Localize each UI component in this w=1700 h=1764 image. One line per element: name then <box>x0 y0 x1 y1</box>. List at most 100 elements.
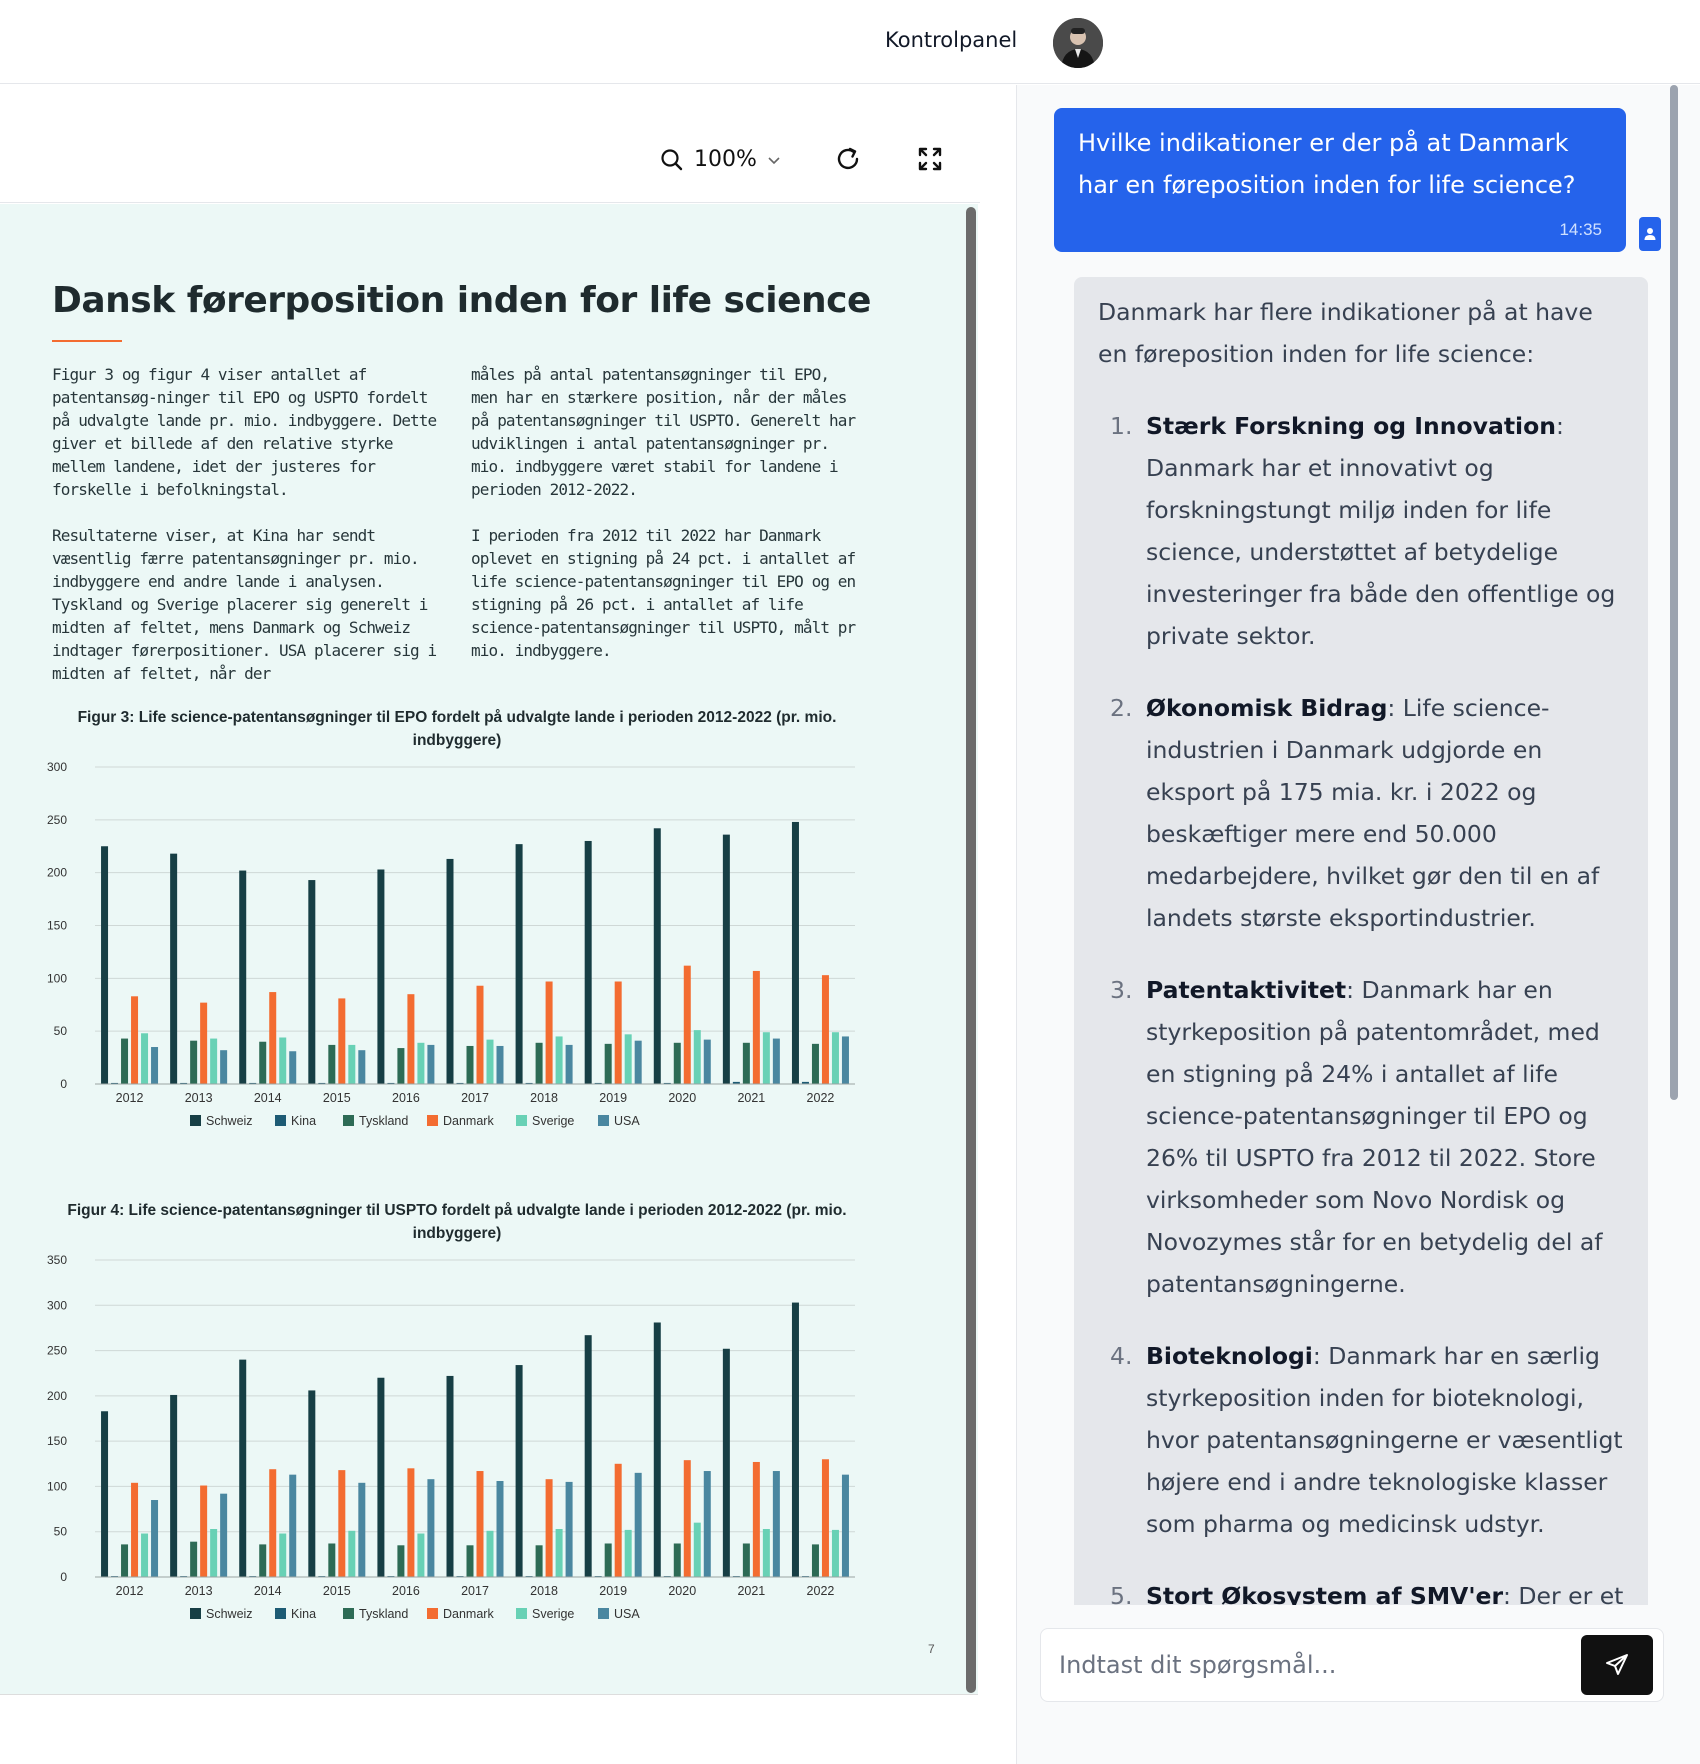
chat-input-bar <box>1040 1628 1664 1702</box>
bar-tyskland <box>328 1543 336 1577</box>
bar-usa <box>289 1474 297 1577</box>
send-icon <box>1606 1654 1628 1675</box>
bar-sverige <box>141 1533 149 1577</box>
bar-usa <box>634 1472 642 1577</box>
document-viewer: 100% Dansk førerposition inden for life … <box>0 85 1015 1764</box>
list-item: 3. Patentaktivitet: Danmark har en styrke… <box>1098 969 1624 1305</box>
bar-usa <box>772 1038 780 1084</box>
title-underline <box>52 340 122 342</box>
bar-usa <box>841 1036 849 1084</box>
bar-sverige <box>762 1528 770 1577</box>
bar-tyskland <box>742 1042 750 1084</box>
paragraph: Figur 3 og figur 4 viser antallet af pat… <box>52 365 437 499</box>
bar-usa <box>289 1051 297 1084</box>
bar-sverige <box>555 1528 563 1577</box>
bar-danmark <box>131 1482 139 1577</box>
legend-swatch <box>343 1115 354 1126</box>
bar-tyskland <box>328 1044 336 1084</box>
bar-usa <box>151 1500 159 1577</box>
bar-sverige <box>141 1033 149 1084</box>
y-tick-label: 250 <box>47 1344 67 1358</box>
bar-danmark <box>407 1468 415 1577</box>
legend-label: Schweiz <box>206 1114 253 1128</box>
bar-schweiz <box>308 880 316 1084</box>
x-tick-label: 2014 <box>254 1584 282 1598</box>
x-tick-label: 2018 <box>530 1584 558 1598</box>
x-tick-label: 2020 <box>668 1091 696 1105</box>
bar-schweiz <box>170 853 178 1084</box>
bar-danmark <box>131 996 139 1084</box>
bar-usa <box>772 1471 780 1577</box>
bar-usa <box>220 1493 228 1577</box>
paragraph: Resultaterne viser, at Kina har sendt væ… <box>52 526 437 683</box>
legend-label: Sverige <box>532 1114 574 1128</box>
list-item: 5.Stort Økosystem af SMV'er: Der er et s… <box>1098 1575 1624 1605</box>
bar-danmark <box>752 970 760 1084</box>
bar-sverige <box>348 1044 356 1084</box>
legend-swatch <box>190 1115 201 1126</box>
bar-sverige <box>279 1037 287 1084</box>
bar-danmark <box>683 1460 691 1577</box>
bar-sverige <box>693 1522 701 1577</box>
bar-usa <box>841 1474 849 1577</box>
x-tick-label: 2022 <box>807 1091 835 1105</box>
bar-schweiz <box>101 846 109 1084</box>
item-title: Stort Økosystem af SMV'er <box>1146 1582 1504 1605</box>
x-tick-label: 2015 <box>323 1584 351 1598</box>
y-tick-label: 200 <box>47 866 67 880</box>
refresh-button[interactable] <box>834 145 864 175</box>
send-button[interactable] <box>1581 1635 1653 1695</box>
legend-label: Danmark <box>443 1114 494 1128</box>
bar-danmark <box>407 994 415 1084</box>
bar-danmark <box>338 1470 346 1577</box>
bar-schweiz <box>515 1365 523 1577</box>
bar-sverige <box>417 1042 425 1084</box>
list-item: 1. Stærk Forskning og Innovation: Danmark… <box>1098 405 1624 657</box>
item-title: Patentaktivitet <box>1146 976 1347 1004</box>
y-tick-label: 0 <box>60 1570 67 1584</box>
item-title: Økonomisk Bidrag <box>1146 694 1388 722</box>
x-tick-label: 2018 <box>530 1091 558 1105</box>
bar-danmark <box>200 1485 208 1577</box>
top-bar: Kontrolpanel <box>0 0 1700 84</box>
bar-schweiz <box>239 1359 247 1577</box>
x-tick-label: 2017 <box>461 1584 489 1598</box>
bar-tyskland <box>259 1041 267 1084</box>
y-tick-label: 50 <box>54 1024 68 1038</box>
question-input[interactable] <box>1059 1645 1559 1685</box>
document-scrollbar[interactable] <box>966 207 976 1693</box>
bar-usa <box>427 1044 435 1084</box>
chat-panel: Hvilke indikationer er der på at Danmark… <box>1016 85 1700 1764</box>
bar-usa <box>496 1045 504 1084</box>
bar-tyskland <box>604 1043 612 1084</box>
y-tick-label: 0 <box>60 1077 67 1091</box>
bar-tyskland <box>466 1545 474 1577</box>
nav-kontrolpanel[interactable]: Kontrolpanel <box>885 28 1017 52</box>
legend-swatch <box>516 1608 527 1619</box>
x-tick-label: 2014 <box>254 1091 282 1105</box>
bar-usa <box>358 1482 366 1577</box>
fullscreen-button[interactable] <box>916 145 946 175</box>
legend-label: Danmark <box>443 1607 494 1621</box>
user-avatar[interactable] <box>1053 18 1103 68</box>
item-title: Stærk Forskning og Innovation <box>1146 412 1556 440</box>
bar-sverige <box>348 1530 356 1577</box>
bar-tyskland <box>121 1038 129 1084</box>
assistant-intro: Danmark har flere indikationer på at hav… <box>1098 298 1593 368</box>
item-number: 2. <box>1110 694 1133 722</box>
x-tick-label: 2012 <box>116 1091 144 1105</box>
zoom-dropdown[interactable]: 100% <box>660 147 781 172</box>
bar-schweiz <box>791 1302 799 1577</box>
chat-scrollbar[interactable] <box>1670 85 1678 1100</box>
bar-sverige <box>693 1030 701 1084</box>
legend-label: Kina <box>291 1114 316 1128</box>
figure-3-chart: 0 50 100 150 200 250 300 2012 2013 2014 2015 2016 20… <box>47 760 855 1128</box>
legend-label: Tyskland <box>359 1114 408 1128</box>
list-item: 4. Bioteknologi: Danmark har en særlig st… <box>1098 1335 1624 1545</box>
bar-tyskland <box>397 1545 405 1577</box>
bar-sverige <box>624 1034 632 1084</box>
item-number: 1. <box>1110 412 1133 440</box>
chevron-down-icon <box>768 156 780 164</box>
bar-schweiz <box>653 828 661 1084</box>
legend-label: USA <box>614 1607 640 1621</box>
